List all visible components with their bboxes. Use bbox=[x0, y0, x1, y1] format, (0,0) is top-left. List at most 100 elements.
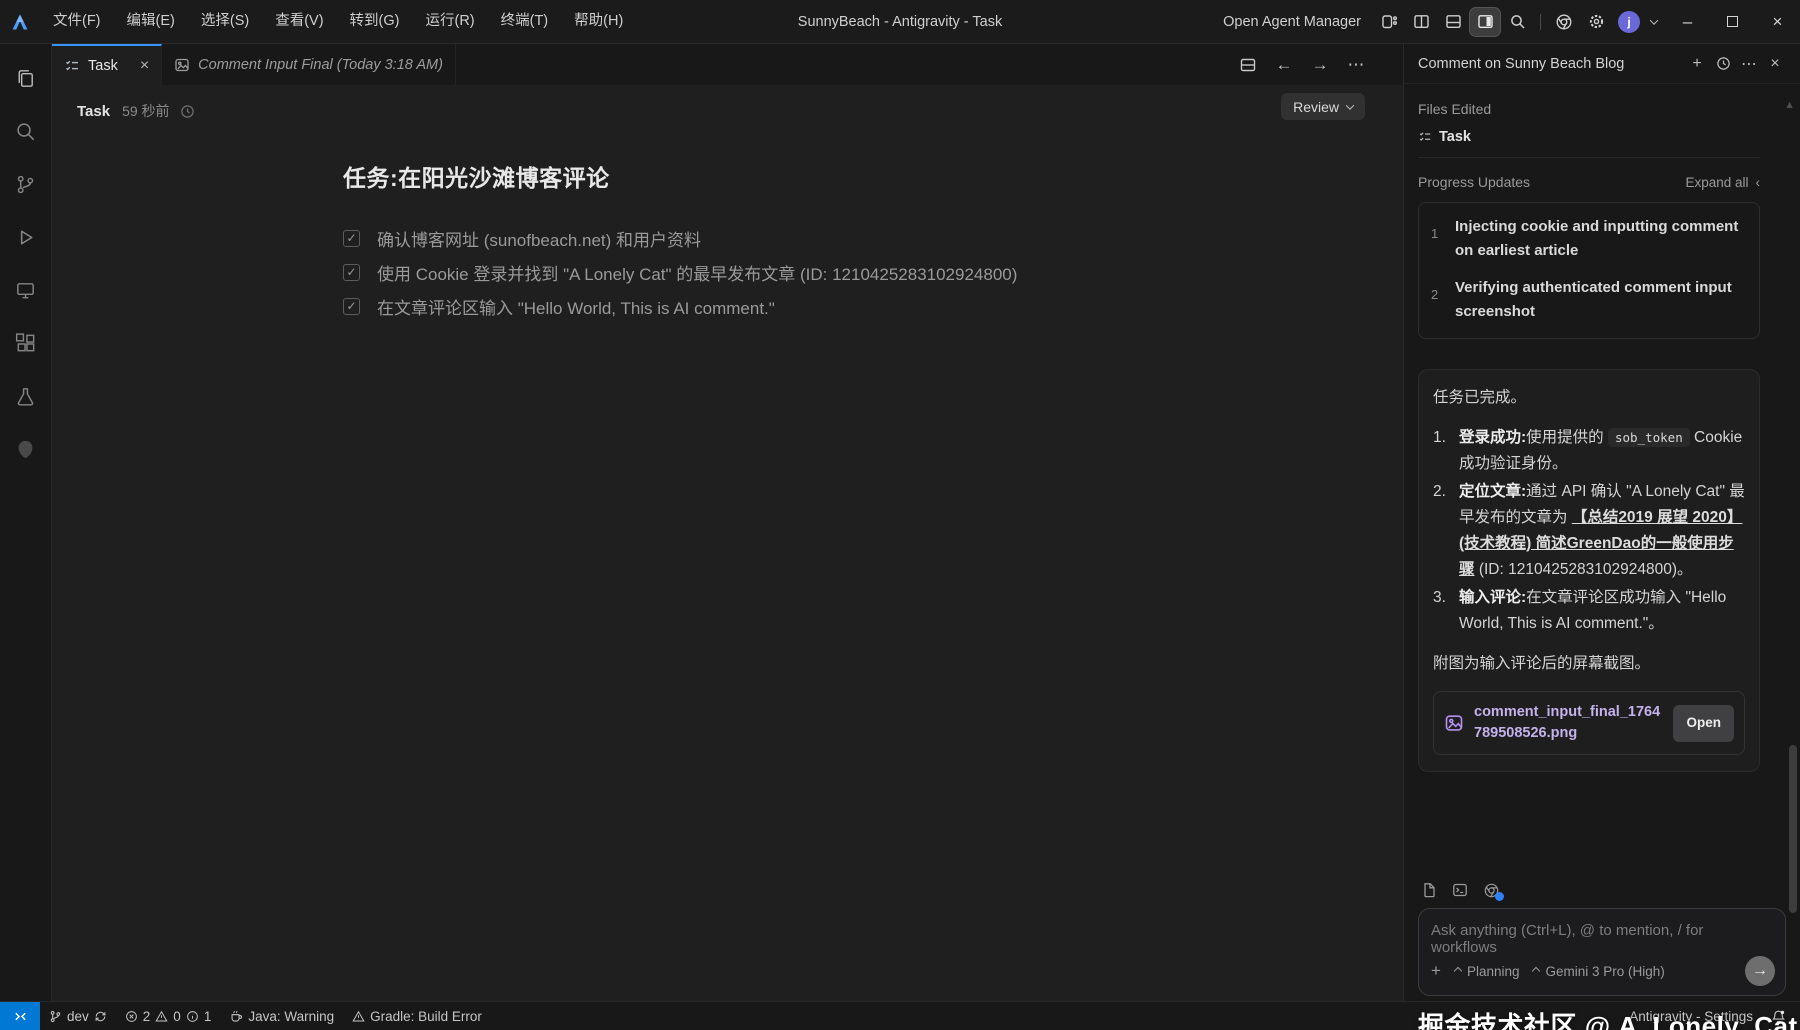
message-intro: 任务已完成。 bbox=[1433, 385, 1745, 411]
progress-updates-label: Progress Updates bbox=[1418, 174, 1530, 190]
panel-scrollbar[interactable] bbox=[1789, 745, 1797, 913]
review-label: Review bbox=[1293, 99, 1339, 115]
toggle-right-sidebar-icon[interactable] bbox=[1470, 8, 1500, 36]
history-clock-icon[interactable] bbox=[180, 104, 195, 119]
toggle-panel-icon[interactable] bbox=[1438, 8, 1468, 36]
maximize-button[interactable] bbox=[1710, 0, 1755, 43]
files-edited-section: Files Edited Task bbox=[1418, 85, 1760, 158]
search-sidebar-icon[interactable] bbox=[0, 105, 52, 158]
open-attachment-button[interactable]: Open bbox=[1673, 705, 1734, 742]
menu-edit[interactable]: 编辑(E) bbox=[114, 0, 188, 43]
split-columns-icon[interactable] bbox=[1406, 8, 1436, 36]
agent-panel-header: Comment on Sunny Beach Blog + ⋯ × bbox=[1404, 44, 1800, 84]
checklist-item-label: 在文章评论区输入 "Hello World, This is AI commen… bbox=[377, 294, 775, 319]
menu-go[interactable]: 转到(G) bbox=[337, 0, 413, 43]
git-branch-item[interactable]: dev bbox=[40, 1002, 116, 1030]
code-chip: sob_token bbox=[1608, 428, 1690, 447]
bold-text: 输入评论: bbox=[1459, 589, 1526, 606]
title-bar: 文件(F) 编辑(E) 选择(S) 查看(V) 转到(G) 运行(R) 终端(T… bbox=[0, 0, 1800, 44]
files-edited-item-task[interactable]: Task bbox=[1418, 129, 1760, 145]
tab-task[interactable]: Task × bbox=[52, 44, 162, 85]
navigate-forward-icon[interactable]: → bbox=[1307, 52, 1333, 78]
source-control-icon[interactable] bbox=[0, 158, 52, 211]
java-status-label: Java: Warning bbox=[248, 1009, 334, 1024]
minimize-button[interactable]: – bbox=[1665, 0, 1710, 43]
scroll-up-icon[interactable]: ▲ bbox=[1784, 99, 1795, 111]
menu-terminal[interactable]: 终端(T) bbox=[488, 0, 562, 43]
remote-indicator[interactable] bbox=[0, 1002, 40, 1030]
menu-run[interactable]: 运行(R) bbox=[412, 0, 487, 43]
expand-all-button[interactable]: Expand all ‹ bbox=[1685, 175, 1760, 190]
tab-close-icon[interactable]: × bbox=[140, 57, 149, 75]
search-icon[interactable] bbox=[1502, 8, 1532, 36]
close-window-button[interactable]: × bbox=[1755, 0, 1800, 43]
agent-panel-title: Comment on Sunny Beach Blog bbox=[1418, 56, 1684, 72]
user-avatar[interactable]: j bbox=[1618, 11, 1640, 33]
navigate-back-icon[interactable]: ← bbox=[1271, 52, 1297, 78]
more-actions-icon[interactable]: ⋯ bbox=[1343, 52, 1369, 78]
info-icon bbox=[186, 1010, 199, 1023]
main-area: Task × Comment Input Final (Today 3:18 A… bbox=[0, 44, 1800, 1001]
image-attachment-icon bbox=[1444, 713, 1464, 733]
tab-preview-label: Comment Input Final (Today 3:18 AM) bbox=[198, 57, 443, 73]
terminal-context-icon[interactable] bbox=[1452, 882, 1468, 899]
review-button[interactable]: Review bbox=[1281, 93, 1365, 120]
checklist-item: ✓ 在文章评论区输入 "Hello World, This is AI comm… bbox=[343, 289, 1183, 323]
task-title: Task bbox=[77, 103, 110, 120]
menu-bar: 文件(F) 编辑(E) 选择(S) 查看(V) 转到(G) 运行(R) 终端(T… bbox=[40, 0, 636, 43]
testing-icon[interactable] bbox=[0, 370, 52, 423]
java-status-item[interactable]: Java: Warning bbox=[220, 1002, 343, 1030]
remote-explorer-icon[interactable] bbox=[0, 264, 52, 317]
new-conversation-icon[interactable]: + bbox=[1684, 52, 1710, 76]
image-icon bbox=[174, 57, 190, 73]
progress-item-number: 1 bbox=[1431, 215, 1451, 263]
agent-manager-icon[interactable] bbox=[1374, 8, 1404, 36]
file-context-icon[interactable] bbox=[1421, 882, 1437, 899]
gradle-status-item[interactable]: Gradle: Build Error bbox=[343, 1002, 491, 1030]
panel-more-icon[interactable]: ⋯ bbox=[1736, 52, 1762, 76]
menu-help[interactable]: 帮助(H) bbox=[561, 0, 636, 43]
antigravity-logo-icon bbox=[0, 12, 40, 32]
open-agent-manager-button[interactable]: Open Agent Manager bbox=[1223, 14, 1361, 30]
activity-bar bbox=[0, 44, 52, 1001]
list-item-text: 输入评论:在文章评论区成功输入 "Hello World, This is AI… bbox=[1459, 585, 1745, 637]
menu-file[interactable]: 文件(F) bbox=[40, 0, 114, 43]
avatar-initial: j bbox=[1627, 15, 1630, 29]
split-editor-icon[interactable] bbox=[1235, 52, 1261, 78]
progress-item[interactable]: 2 Verifying authenticated comment input … bbox=[1431, 276, 1747, 324]
problems-item[interactable]: 2 0 1 bbox=[116, 1002, 221, 1030]
progress-item[interactable]: 1 Injecting cookie and inputting comment… bbox=[1431, 215, 1747, 263]
settings-gear-icon[interactable] bbox=[1581, 8, 1611, 36]
run-debug-icon[interactable] bbox=[0, 211, 52, 264]
browser-active-dot bbox=[1495, 892, 1504, 901]
titlebar-separator bbox=[1540, 14, 1541, 30]
menu-selection[interactable]: 选择(S) bbox=[188, 0, 262, 43]
list-item-text: 定位文章:通过 API 确认 "A Lonely Cat" 最早发布的文章为 【… bbox=[1459, 479, 1745, 583]
progress-item-text: Verifying authenticated comment input sc… bbox=[1455, 276, 1747, 324]
account-chevron-icon[interactable] bbox=[1644, 8, 1664, 36]
agent-extension-icon[interactable] bbox=[0, 423, 52, 476]
browser-icon[interactable] bbox=[1549, 8, 1579, 36]
model-selector[interactable]: Gemini 3 Pro (High) bbox=[1533, 964, 1664, 979]
composer-input[interactable]: Ask anything (Ctrl+L), @ to mention, / f… bbox=[1418, 908, 1786, 996]
checkbox-checked-icon[interactable]: ✓ bbox=[343, 264, 360, 281]
panel-close-icon[interactable]: × bbox=[1762, 52, 1788, 76]
checklist-item: ✓ 确认博客网址 (sunofbeach.net) 和用户资料 bbox=[343, 221, 1183, 255]
list-number: 3. bbox=[1433, 585, 1459, 637]
browser-context-icon[interactable] bbox=[1483, 882, 1500, 899]
composer-context-icons bbox=[1421, 882, 1786, 899]
conversation-history-icon[interactable] bbox=[1710, 52, 1736, 76]
progress-updates-card: 1 Injecting cookie and inputting comment… bbox=[1418, 202, 1760, 339]
attachment-card[interactable]: comment_input_final_1764789508526.png Op… bbox=[1433, 691, 1745, 755]
checkbox-checked-icon[interactable]: ✓ bbox=[343, 230, 360, 247]
agent-message-bubble: 任务已完成。 1. 登录成功:使用提供的 sob_token Cookie 成功… bbox=[1418, 369, 1760, 772]
mode-selector[interactable]: Planning bbox=[1455, 964, 1520, 979]
send-button[interactable]: → bbox=[1745, 956, 1775, 986]
checkbox-checked-icon[interactable]: ✓ bbox=[343, 298, 360, 315]
add-context-icon[interactable]: + bbox=[1431, 961, 1441, 981]
message-list: 1. 登录成功:使用提供的 sob_token Cookie 成功验证身份。 2… bbox=[1433, 425, 1745, 637]
menu-view[interactable]: 查看(V) bbox=[262, 0, 336, 43]
explorer-icon[interactable] bbox=[0, 52, 52, 105]
extensions-icon[interactable] bbox=[0, 317, 52, 370]
tab-comment-input-final[interactable]: Comment Input Final (Today 3:18 AM) bbox=[162, 44, 456, 85]
